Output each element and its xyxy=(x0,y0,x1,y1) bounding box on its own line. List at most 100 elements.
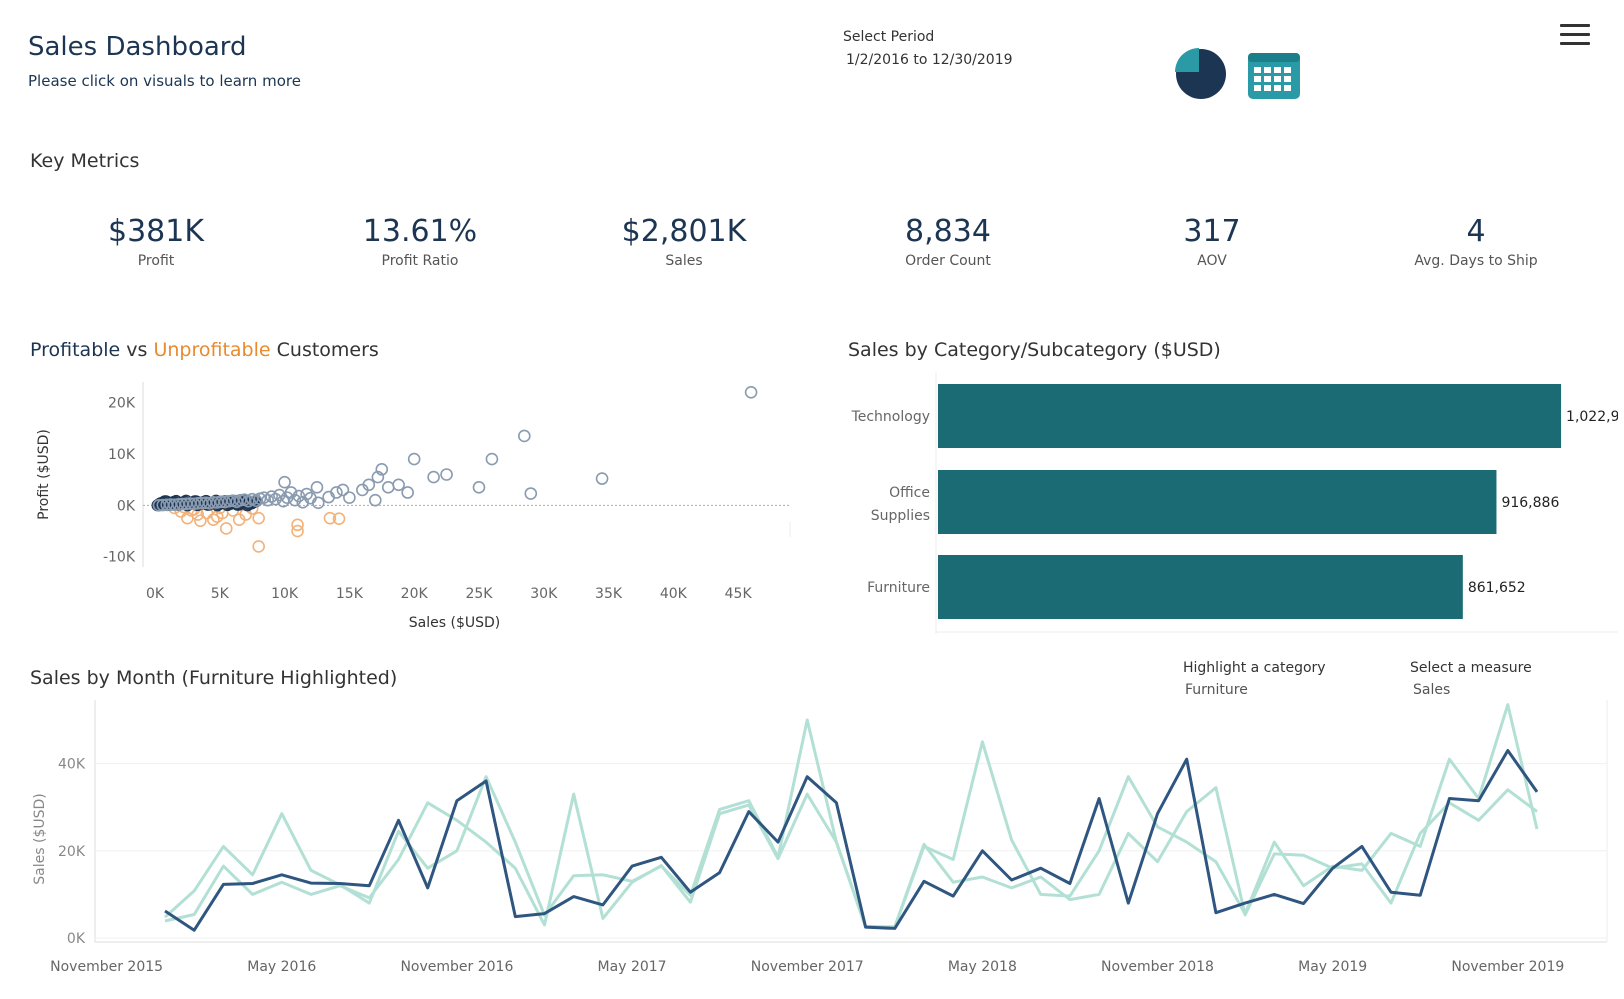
scatter-title-vs: vs xyxy=(120,339,154,361)
x-tick-label: November 2016 xyxy=(400,959,513,975)
bar xyxy=(938,470,1497,534)
metric-value: $2,801K xyxy=(621,214,747,249)
y-tick-label: 0K xyxy=(117,498,136,514)
bar-category-label: Furniture xyxy=(867,580,930,596)
x-tick-label: November 2019 xyxy=(1451,959,1564,975)
x-tick-label: 35K xyxy=(595,586,623,602)
metric-value: 4 xyxy=(1466,214,1486,249)
x-tick-label: 20K xyxy=(401,586,429,602)
select-measure-dropdown[interactable]: Sales xyxy=(1413,682,1450,698)
key-metrics-heading: Key Metrics xyxy=(30,150,140,172)
calendar-icon[interactable] xyxy=(1247,52,1301,100)
bar-category-label: Office xyxy=(889,485,930,501)
pie-chart-icon[interactable] xyxy=(1175,48,1227,100)
profitable-point xyxy=(595,472,609,485)
metric-order-count[interactable]: 8,834 Order Count xyxy=(848,214,1048,269)
profitable-point xyxy=(524,487,538,500)
y-tick-label: 0K xyxy=(67,931,86,947)
bar xyxy=(938,384,1562,448)
select-measure-label: Select a measure xyxy=(1410,660,1532,676)
scatter-chart[interactable]: 20K 10K 0K -10K 0K 5K 10K 15K 20K 25K 30K 35K 40K 45K… xyxy=(30,372,800,640)
profitable-point xyxy=(472,481,486,494)
x-tick-label: 40K xyxy=(660,586,688,602)
profitable-point xyxy=(485,452,499,466)
y-axis-title: Sales ($USD) xyxy=(32,793,48,884)
metric-profit-ratio[interactable]: 13.61% Profit Ratio xyxy=(320,214,520,269)
bar xyxy=(938,555,1463,619)
highlight-category-dropdown[interactable]: Furniture xyxy=(1185,682,1248,698)
x-tick-label: November 2018 xyxy=(1101,959,1214,975)
y-tick-label: 40K xyxy=(58,757,86,773)
line-chart[interactable]: 40K 20K 0K Sales ($USD) November 2015 May 201… xyxy=(0,700,1624,996)
dashboard-title: Sales Dashboard xyxy=(28,32,247,62)
series-line-technology xyxy=(164,786,1538,929)
profitable-point xyxy=(368,493,382,507)
metric-avg-days-to-ship[interactable]: 4 Avg. Days to Ship xyxy=(1376,214,1576,269)
profitable-point xyxy=(407,452,421,466)
y-tick-label: 20K xyxy=(58,844,86,860)
scatter-title-customers: Customers xyxy=(270,339,379,361)
hamburger-menu-icon[interactable] xyxy=(1560,24,1590,46)
x-tick-label: May 2016 xyxy=(247,959,316,975)
profitable-point xyxy=(310,481,324,494)
y-tick-label: 20K xyxy=(108,396,136,412)
period-selector[interactable]: 1/2/2016 to 12/30/2019 xyxy=(846,52,1013,68)
metric-value: 8,834 xyxy=(905,214,991,249)
profitable-point xyxy=(381,481,395,494)
y-axis-title: Profit ($USD) xyxy=(36,429,52,520)
y-tick-label: 10K xyxy=(108,447,136,463)
profitable-point xyxy=(744,385,758,399)
profitable-point xyxy=(343,491,356,504)
metric-profit[interactable]: $381K Profit xyxy=(56,214,256,269)
x-tick-label: May 2019 xyxy=(1298,959,1367,975)
bar-chart[interactable]: 1,022,927 Technology 916,886 Office Supplies… xyxy=(848,372,1618,644)
profitable-point xyxy=(401,486,414,499)
bar-category-label: Supplies xyxy=(871,508,930,524)
unprofitable-point xyxy=(252,540,265,553)
x-tick-label: 25K xyxy=(465,586,493,602)
unprofitable-point xyxy=(252,511,265,525)
bar-category-label: Technology xyxy=(851,409,930,425)
period-label: Select Period xyxy=(843,29,935,45)
profitable-point xyxy=(336,483,350,497)
line-chart-title: Sales by Month (Furniture Highlighted) xyxy=(30,667,398,689)
metric-label: Avg. Days to Ship xyxy=(1414,253,1538,269)
scatter-title-unprofitable: Unprofitable xyxy=(153,339,271,361)
scatter-title-profitable: Profitable xyxy=(30,339,121,361)
bar-value-label: 861,652 xyxy=(1468,580,1526,596)
bar-chart-title: Sales by Category/Subcategory ($USD) xyxy=(848,339,1221,361)
x-tick-label: 30K xyxy=(530,586,558,602)
scatter-title: Profitable vs Unprofitable Customers xyxy=(30,339,379,361)
metric-label: Profit Ratio xyxy=(381,253,459,269)
x-tick-label: November 2015 xyxy=(50,959,163,975)
highlight-category-label: Highlight a category xyxy=(1183,660,1326,676)
metric-label: Order Count xyxy=(905,253,991,269)
metric-sales[interactable]: $2,801K Sales xyxy=(584,214,784,269)
metric-value: $381K xyxy=(107,214,205,249)
x-tick-label: November 2017 xyxy=(751,959,864,975)
x-tick-label: 45K xyxy=(725,586,753,602)
profitable-point xyxy=(278,475,291,489)
metric-aov[interactable]: 317 AOV xyxy=(1112,214,1312,269)
profitable-point xyxy=(427,470,440,484)
x-tick-label: 5K xyxy=(211,586,230,602)
metric-label: Profit xyxy=(137,253,175,269)
x-tick-label: 10K xyxy=(271,586,299,602)
profitable-point xyxy=(392,478,405,492)
y-tick-label: -10K xyxy=(103,550,136,566)
x-tick-label: 15K xyxy=(336,586,364,602)
x-tick-label: 0K xyxy=(146,586,165,602)
profitable-point xyxy=(440,468,453,481)
x-tick-label: May 2018 xyxy=(948,959,1017,975)
bar-value-label: 1,022,927 xyxy=(1566,409,1618,425)
dashboard-subtitle: Please click on visuals to learn more xyxy=(28,72,301,90)
metric-value: 13.61% xyxy=(362,214,478,249)
unprofitable-point xyxy=(219,522,233,535)
x-axis-title: Sales ($USD) xyxy=(409,615,500,631)
metric-value: 317 xyxy=(1183,214,1241,249)
metric-label: AOV xyxy=(1197,253,1227,269)
x-tick-label: May 2017 xyxy=(598,959,667,975)
metric-label: Sales xyxy=(665,253,703,269)
profitable-point xyxy=(518,429,531,443)
bar-value-label: 916,886 xyxy=(1501,495,1559,511)
